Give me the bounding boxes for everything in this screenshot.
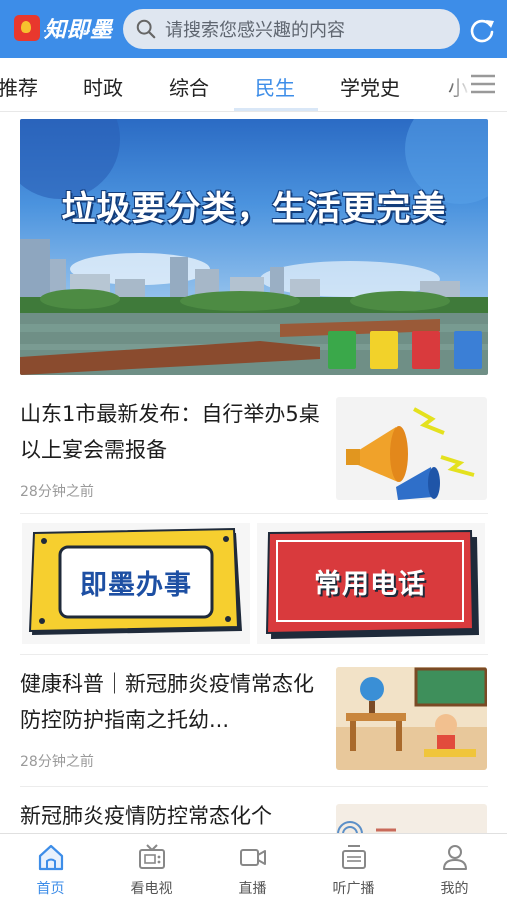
nav-label: 首页 [36,881,65,897]
banner-illustration [20,119,488,375]
search-bar[interactable]: 请搜索您感兴趣的内容 [123,9,460,49]
service-label: 即墨办事 [80,569,192,601]
radio-icon [342,845,366,869]
nav-me[interactable]: 我的 [404,834,505,901]
tv-icon [139,844,165,869]
news-thumbnail [336,804,487,834]
nav-tv[interactable]: 看电视 [101,834,202,901]
news-title: 山东1市最新发布：自行举办5桌以上宴会需报备 [20,402,320,462]
service-label: 常用电话 [314,568,426,600]
news-item[interactable]: 山东1市最新发布：自行举办5桌以上宴会需报备 28分钟之前 [20,396,488,504]
tab-politics[interactable]: 时政 [83,72,123,101]
nav-home[interactable]: 首页 [0,834,101,901]
divider [20,513,488,514]
channel-menu-icon[interactable] [469,73,497,95]
video-camera-icon [240,849,266,866]
channel-tabs: 推荐 时政 综合 民生 学党史 小 [0,58,507,112]
divider [20,654,488,655]
logo-underline [44,30,106,33]
nav-label: 我的 [440,881,469,897]
home-icon [38,844,64,871]
app-header: 知即墨 请搜索您感兴趣的内容 [0,0,507,58]
user-icon [443,845,467,870]
logo-emblem-icon [14,15,40,41]
poster-thumbnail-icon [337,821,396,834]
news-item[interactable]: 健康科普｜新冠肺炎疫情常态化防控防护指南之托幼... 28分钟之前 [20,666,488,774]
divider [20,786,488,787]
nav-label: 听广播 [332,881,375,897]
logo-text: 知即墨 [44,17,114,43]
news-title: 新冠肺炎疫情防控常态化个 [20,804,272,828]
news-time: 28分钟之前 [20,484,94,500]
bottom-nav: 首页 看电视 直播 听广播 我的 [0,833,507,900]
banner-carousel[interactable]: 垃圾要分类，生活更完美 [20,119,488,375]
active-tab-indicator [234,108,318,111]
news-item[interactable]: 新冠肺炎疫情防控常态化个 [20,798,488,834]
service-card-affairs[interactable]: 即墨办事 [22,523,250,644]
news-thumbnail [336,667,487,770]
app-logo[interactable]: 知即墨 [14,10,113,46]
megaphone-illustration-icon [346,407,475,500]
nav-label: 直播 [238,881,267,897]
classroom-illustration-icon [336,667,487,770]
nav-label: 看电视 [130,881,173,897]
news-title: 健康科普｜新冠肺炎疫情常态化防控防护指南之托幼... [20,672,314,732]
tab-livelihood[interactable]: 民生 [255,72,295,101]
banner-title: 垃圾要分类，生活更完美 [61,189,447,229]
refresh-icon[interactable] [468,16,496,44]
news-time: 28分钟之前 [20,754,94,770]
search-placeholder: 请搜索您感兴趣的内容 [165,20,345,41]
service-card-phone[interactable]: 常用电话 [257,523,485,644]
tab-general[interactable]: 综合 [169,72,209,101]
tab-recommend[interactable]: 推荐 [0,72,38,101]
news-thumbnail [336,397,487,500]
nav-radio[interactable]: 听广播 [303,834,404,901]
tab-party-history[interactable]: 学党史 [340,72,400,101]
search-icon [136,19,156,39]
nav-live[interactable]: 直播 [202,834,303,901]
